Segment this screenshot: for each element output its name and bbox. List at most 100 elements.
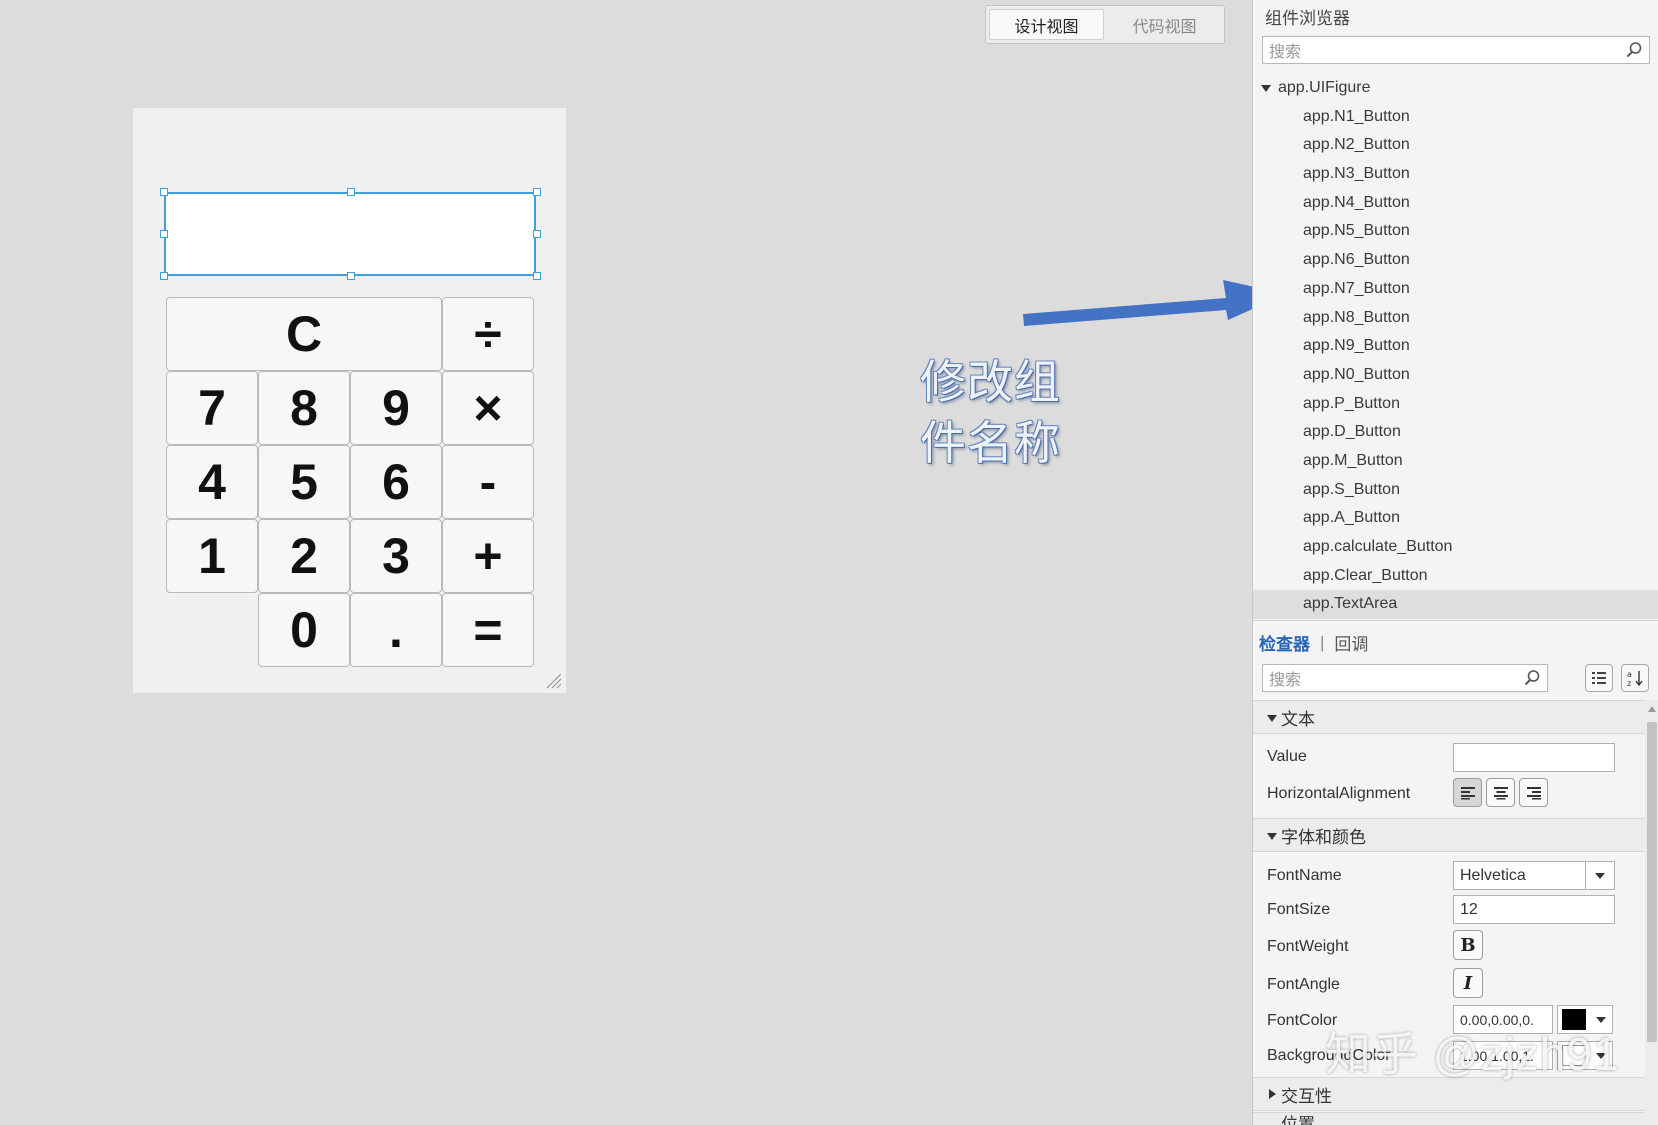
component-search-input[interactable]: 搜索 [1262, 36, 1650, 64]
selection-handle[interactable] [160, 272, 168, 280]
minus-button[interactable]: - [442, 445, 534, 519]
right-panel: 组件浏览器 搜索 app.UIFigure app.N1_Button app.… [1252, 0, 1658, 1125]
search-icon[interactable] [1625, 41, 1643, 59]
tree-item[interactable]: app.Clear_Button [1253, 562, 1658, 591]
divide-button[interactable]: ÷ [442, 297, 534, 371]
tree-item[interactable]: app.M_Button [1253, 447, 1658, 476]
section-text-header[interactable]: 文本 [1253, 700, 1645, 734]
text-area[interactable] [164, 192, 536, 276]
fontsize-field[interactable]: 12 [1453, 895, 1615, 924]
sort-az-button[interactable]: a z [1621, 664, 1649, 692]
tree-item[interactable]: app.N9_Button [1253, 332, 1658, 361]
align-center-icon [1493, 786, 1508, 799]
equals-button[interactable]: = [442, 593, 534, 667]
section-position-label: 位置 [1281, 1114, 1315, 1125]
tree-item[interactable]: app.calculate_Button [1253, 533, 1658, 562]
chevron-down-icon[interactable] [1595, 873, 1605, 879]
decimal-point-button[interactable]: . [350, 593, 442, 667]
tree-item[interactable]: app.P_Button [1253, 390, 1658, 419]
ui-figure-canvas[interactable]: C ÷ 7 8 9 × 4 5 6 - 1 2 3 + 0 . = [133, 108, 566, 693]
tree-root[interactable]: app.UIFigure [1253, 74, 1658, 103]
annotation-line-2: 件名称 [920, 416, 1061, 470]
align-left-button[interactable] [1453, 778, 1482, 807]
bold-toggle-button[interactable]: B [1453, 930, 1483, 960]
tree-item[interactable]: app.N7_Button [1253, 275, 1658, 304]
list-view-icon [1592, 672, 1606, 684]
search-icon[interactable] [1523, 669, 1541, 687]
watermark: 知乎 @zjzh91 [1325, 1028, 1620, 1080]
digit-0-button[interactable]: 0 [258, 593, 350, 667]
property-search-input[interactable]: 搜索 [1262, 664, 1548, 692]
selection-handle[interactable] [160, 230, 168, 238]
tab-separator: | [1320, 632, 1325, 652]
collapse-triangle-icon[interactable] [1267, 715, 1277, 722]
digit-4-button[interactable]: 4 [166, 445, 258, 519]
group-view-button[interactable] [1585, 664, 1613, 692]
inspector-scrollbar[interactable] [1645, 700, 1658, 1125]
tree-item[interactable]: app.N4_Button [1253, 189, 1658, 218]
tree-item[interactable]: app.N5_Button [1253, 217, 1658, 246]
tree-item[interactable]: app.N6_Button [1253, 246, 1658, 275]
prop-halign-label: HorizontalAlignment [1267, 785, 1411, 802]
align-left-icon [1460, 786, 1475, 799]
tree-item-selected[interactable]: app.TextArea [1253, 590, 1658, 620]
fontname-value: Helvetica [1460, 866, 1526, 884]
digit-9-button[interactable]: 9 [350, 371, 442, 445]
section-font-header[interactable]: 字体和颜色 [1253, 818, 1645, 852]
section-interactivity-label: 交互性 [1281, 1086, 1332, 1106]
tab-inspector[interactable]: 检查器 [1259, 630, 1310, 655]
tree-item[interactable]: app.D_Button [1253, 418, 1658, 447]
digit-3-button[interactable]: 3 [350, 519, 442, 593]
digit-1-button[interactable]: 1 [166, 519, 258, 593]
sort-alphabetical-icon: a z [1627, 670, 1643, 688]
tree-root-label: app.UIFigure [1278, 79, 1371, 96]
resize-grip-icon[interactable] [544, 671, 562, 689]
tree-item[interactable]: app.N2_Button [1253, 131, 1658, 160]
selection-handle[interactable] [347, 272, 355, 280]
value-field[interactable] [1453, 743, 1615, 772]
expand-triangle-icon[interactable] [1269, 1089, 1276, 1099]
digit-5-button[interactable]: 5 [258, 445, 350, 519]
tree-item[interactable]: app.A_Button [1253, 504, 1658, 533]
digit-7-button[interactable]: 7 [166, 371, 258, 445]
selection-handle[interactable] [533, 272, 541, 280]
expand-triangle-icon[interactable] [1261, 85, 1271, 92]
prop-fontname-label: FontName [1267, 867, 1342, 884]
section-position-header[interactable]: 位置 [1253, 1112, 1645, 1125]
search-placeholder: 搜索 [1269, 672, 1302, 689]
tree-item[interactable]: app.S_Button [1253, 476, 1658, 505]
scroll-thumb[interactable] [1647, 722, 1657, 1042]
section-font-label: 字体和颜色 [1281, 827, 1366, 847]
annotation-line-1: 修改组 [920, 355, 1061, 409]
view-toggle: 设计视图 代码视图 [985, 5, 1225, 44]
align-right-icon [1526, 786, 1541, 799]
tree-item[interactable]: app.N1_Button [1253, 103, 1658, 132]
svg-text:z: z [1627, 679, 1631, 688]
design-view-tab[interactable]: 设计视图 [989, 9, 1104, 40]
digit-2-button[interactable]: 2 [258, 519, 350, 593]
selection-handle[interactable] [347, 188, 355, 196]
italic-toggle-button[interactable]: I [1453, 968, 1483, 998]
align-right-button[interactable] [1519, 778, 1548, 807]
prop-fontsize-label: FontSize [1267, 901, 1331, 918]
tree-item[interactable]: app.N0_Button [1253, 361, 1658, 390]
tree-item[interactable]: app.N3_Button [1253, 160, 1658, 189]
inspector-tabs: 检查器 | 回调 [1253, 620, 1658, 664]
annotation-arrow-icon [1023, 280, 1286, 326]
selection-handle[interactable] [533, 230, 541, 238]
fontname-dropdown[interactable]: Helvetica [1453, 861, 1615, 890]
code-view-tab[interactable]: 代码视图 [1108, 9, 1221, 40]
scroll-up-icon[interactable] [1648, 706, 1656, 712]
selection-handle[interactable] [160, 188, 168, 196]
plus-button[interactable]: + [442, 519, 534, 593]
align-center-button[interactable] [1486, 778, 1515, 807]
tab-callback[interactable]: 回调 [1334, 630, 1368, 655]
search-placeholder: 搜索 [1269, 44, 1302, 61]
selection-handle[interactable] [533, 188, 541, 196]
tree-item[interactable]: app.N8_Button [1253, 304, 1658, 333]
clear-button[interactable]: C [166, 297, 442, 371]
digit-6-button[interactable]: 6 [350, 445, 442, 519]
digit-8-button[interactable]: 8 [258, 371, 350, 445]
collapse-triangle-icon[interactable] [1267, 833, 1277, 840]
multiply-button[interactable]: × [442, 371, 534, 445]
